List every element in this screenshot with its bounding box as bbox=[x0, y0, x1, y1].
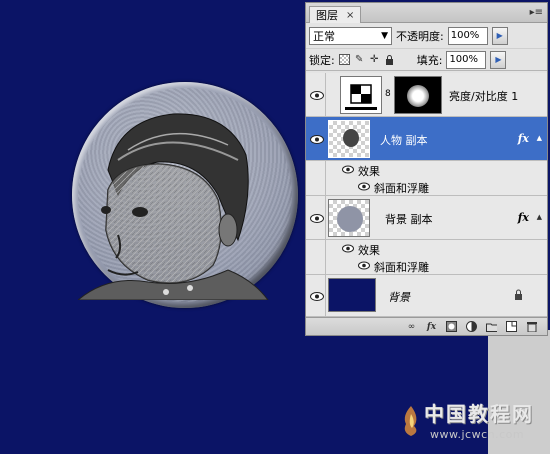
tab-layers-label: 图层 bbox=[316, 9, 338, 22]
adjustment-icon[interactable] bbox=[466, 321, 477, 332]
effect-bevel-emboss[interactable]: 斜面和浮雕 bbox=[306, 257, 547, 275]
layer-name: 背景 副本 bbox=[385, 213, 433, 226]
effects-label: 效果 bbox=[358, 244, 380, 257]
fill-label: 填充: bbox=[416, 53, 443, 67]
panel-menu-icon[interactable]: ▸≡ bbox=[530, 7, 543, 18]
opacity-input[interactable]: 100% bbox=[447, 26, 488, 45]
blend-mode-value: 正常 bbox=[313, 29, 335, 43]
fx-icon[interactable]: fx bbox=[518, 211, 529, 224]
effects-label: 效果 bbox=[358, 165, 380, 178]
blend-opacity-row: 正常 ▼ 不透明度: 100% ▶ bbox=[306, 23, 547, 49]
eye-icon[interactable] bbox=[342, 165, 354, 174]
adjustment-thumbnail bbox=[340, 76, 382, 114]
layer-background[interactable]: 背景 bbox=[306, 275, 547, 317]
eye-icon[interactable] bbox=[308, 132, 326, 146]
eye-icon[interactable] bbox=[342, 244, 354, 253]
lock-transparency-icon[interactable] bbox=[338, 54, 350, 65]
eye-icon[interactable] bbox=[308, 289, 326, 303]
watermark: 中国教程网 www.jcwcn.com bbox=[404, 398, 548, 448]
chevron-down-icon: ▼ bbox=[381, 30, 388, 41]
fill-slider-button[interactable]: ▶ bbox=[490, 50, 507, 69]
flame-logo-icon bbox=[404, 406, 417, 436]
lock-pixels-icon[interactable]: ✎ bbox=[354, 54, 365, 65]
mask-icon[interactable] bbox=[446, 321, 457, 332]
layer-name: 亮度/对比度 1 bbox=[449, 90, 519, 103]
lock-label: 锁定: bbox=[309, 53, 335, 67]
effects-group[interactable]: 效果 bbox=[306, 161, 547, 178]
eye-icon[interactable] bbox=[358, 182, 370, 191]
layer-name: 背景 bbox=[388, 291, 410, 304]
trash-icon[interactable] bbox=[526, 321, 537, 332]
layer-thumbnail bbox=[328, 278, 376, 312]
opacity-label: 不透明度: bbox=[396, 29, 444, 43]
panel-bottom-bar: ∞ fx bbox=[306, 317, 547, 335]
lock-fill-row: 锁定: ✎ ✛ 填充: 100% ▶ bbox=[306, 49, 547, 71]
effects-group[interactable]: 效果 bbox=[306, 240, 547, 257]
collapse-arrow-icon[interactable]: ▲ bbox=[537, 213, 542, 221]
opacity-slider-button[interactable]: ▶ bbox=[491, 26, 508, 45]
lock-position-icon[interactable]: ✛ bbox=[369, 54, 380, 65]
close-icon[interactable]: × bbox=[346, 10, 354, 21]
eye-icon[interactable] bbox=[308, 88, 326, 102]
fill-input[interactable]: 100% bbox=[446, 50, 487, 69]
chain-link-icon: 8 bbox=[385, 89, 391, 99]
layer-name: 人物 副本 bbox=[380, 134, 428, 147]
layer-background-copy[interactable]: 背景 副本 fx ▲ bbox=[306, 196, 547, 240]
child-portrait-relief bbox=[78, 113, 269, 300]
fx-icon[interactable]: fx bbox=[518, 132, 529, 145]
layers-panel: 图层 × ▸≡ 正常 ▼ 不透明度: 100% ▶ 锁定: ✎ ✛ 填充: 10… bbox=[305, 2, 548, 336]
fx-icon[interactable]: fx bbox=[426, 321, 437, 332]
lock-icon bbox=[514, 289, 523, 303]
eye-icon[interactable] bbox=[358, 261, 370, 270]
layer-person-copy[interactable]: 人物 副本 fx ▲ bbox=[306, 117, 547, 161]
effect-name: 斜面和浮雕 bbox=[374, 182, 429, 195]
layer-mask-thumbnail[interactable] bbox=[394, 76, 442, 114]
blend-mode-select[interactable]: 正常 ▼ bbox=[309, 26, 392, 45]
new-layer-icon[interactable] bbox=[506, 321, 517, 332]
effect-bevel-emboss[interactable]: 斜面和浮雕 bbox=[306, 178, 547, 196]
layer-thumbnail bbox=[328, 120, 370, 158]
effect-name: 斜面和浮雕 bbox=[374, 261, 429, 274]
eye-icon[interactable] bbox=[308, 211, 326, 225]
layer-brightness-contrast[interactable]: 8 亮度/对比度 1 bbox=[306, 73, 547, 117]
layer-thumbnail bbox=[328, 199, 370, 237]
tab-layers[interactable]: 图层 × bbox=[309, 6, 362, 23]
watermark-title: 中国教程网 bbox=[424, 402, 534, 426]
layers-list: 8 亮度/对比度 1 人物 副本 fx ▲ 效果 斜面和浮雕 背景 副本 fx … bbox=[306, 73, 547, 317]
lock-all-icon[interactable] bbox=[384, 54, 395, 65]
watermark-url: www.jcwcn.com bbox=[430, 428, 525, 441]
link-icon[interactable]: ∞ bbox=[406, 321, 417, 332]
collapse-arrow-icon[interactable]: ▲ bbox=[537, 134, 542, 142]
group-icon[interactable] bbox=[486, 321, 497, 332]
panel-tabbar: 图层 × ▸≡ bbox=[306, 3, 547, 23]
